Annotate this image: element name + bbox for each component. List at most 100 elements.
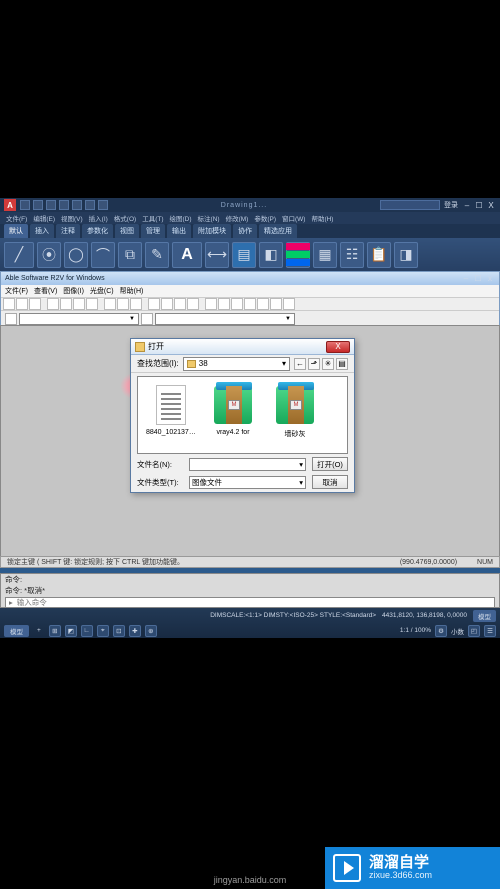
menu-item[interactable]: 标注(N) xyxy=(198,213,220,223)
watermark-banner[interactable]: 溜溜自学 zixue.3d66.com xyxy=(325,847,500,889)
tb-icon[interactable] xyxy=(86,298,98,310)
tb-icon[interactable] xyxy=(218,298,230,310)
layer-tool-icon[interactable]: ▤ xyxy=(232,242,256,268)
acad-search-input[interactable] xyxy=(380,200,440,210)
zoom-readout[interactable]: 1:1 / 100% xyxy=(400,627,431,634)
filetype-dropdown[interactable]: 图像文件 ▾ xyxy=(189,476,306,489)
status-toggle-icon[interactable]: ◰ xyxy=(468,625,480,637)
properties-tool-icon[interactable] xyxy=(286,242,310,268)
qat-btn[interactable] xyxy=(85,200,95,210)
status-toggle-icon[interactable]: ✚ xyxy=(129,625,141,637)
ribbon-tab[interactable]: 附加模块 xyxy=(193,224,231,238)
acad-menu-bar[interactable]: 文件(F) 编辑(E) 视图(V) 插入(I) 格式(O) 工具(T) 绘图(D… xyxy=(0,212,500,224)
status-toggle-icon[interactable]: ⊞ xyxy=(49,625,61,637)
back-icon[interactable]: ← xyxy=(294,358,306,370)
lookin-dropdown[interactable]: 38 ▾ xyxy=(183,357,290,371)
qat-btn[interactable] xyxy=(72,200,82,210)
model-tab-btn[interactable]: 模型 xyxy=(4,625,29,637)
tb-icon[interactable] xyxy=(130,298,142,310)
tb-icon[interactable] xyxy=(231,298,243,310)
status-toggle-icon[interactable]: ⌖ xyxy=(97,625,109,637)
tb-icon[interactable] xyxy=(73,298,85,310)
ribbon-tab[interactable]: 协作 xyxy=(233,224,257,238)
status-toggle-icon[interactable]: ⊕ xyxy=(145,625,157,637)
layer-dropdown[interactable]: ▼ xyxy=(19,313,139,325)
ribbon-tab[interactable]: 默认 xyxy=(4,224,28,238)
qat-btn[interactable] xyxy=(20,200,30,210)
menu-item[interactable]: 光盘(C) xyxy=(90,286,114,296)
file-item[interactable]: 8840_1021370... xyxy=(146,383,196,447)
status-toggle-icon[interactable]: ⊡ xyxy=(113,625,125,637)
tb-icon[interactable] xyxy=(283,298,295,310)
cmd-input[interactable]: ▸ 输入命令 xyxy=(5,597,495,608)
menu-item[interactable]: 工具(T) xyxy=(142,213,163,223)
tb-icon[interactable] xyxy=(3,298,15,310)
group-tool-icon[interactable]: ▦ xyxy=(313,242,337,268)
menu-item[interactable]: 帮助(H) xyxy=(120,286,144,296)
tb-icon[interactable] xyxy=(5,313,17,325)
qat-btn[interactable] xyxy=(59,200,69,210)
tb-icon[interactable] xyxy=(60,298,72,310)
menu-item[interactable]: 窗口(W) xyxy=(282,213,305,223)
paste-tool-icon[interactable]: 📋 xyxy=(367,242,391,268)
qat-btn[interactable] xyxy=(98,200,108,210)
tb-icon[interactable] xyxy=(174,298,186,310)
menu-item[interactable]: 绘图(D) xyxy=(170,213,192,223)
menu-item[interactable]: 图像(I) xyxy=(63,286,84,296)
filename-input[interactable]: ▾ xyxy=(189,458,306,471)
views-icon[interactable]: ▤ xyxy=(336,358,348,370)
tb-icon[interactable] xyxy=(244,298,256,310)
ribbon-tabs[interactable]: 默认 插入 注释 参数化 视图 管理 输出 附加模块 协作 精选应用 xyxy=(0,224,500,238)
tool-icon[interactable]: ⧉ xyxy=(118,242,142,268)
ribbon-tab[interactable]: 注释 xyxy=(56,224,80,238)
up-icon[interactable]: ⬏ xyxy=(308,358,320,370)
line-tool-icon[interactable]: ╱ xyxy=(4,242,34,268)
dialog-close-button[interactable]: X xyxy=(326,341,350,353)
minimize-icon[interactable]: – xyxy=(462,200,472,210)
ribbon-tab[interactable]: 精选应用 xyxy=(259,224,297,238)
dim-tool-icon[interactable]: ⟷ xyxy=(205,242,229,268)
tb-icon[interactable] xyxy=(16,298,28,310)
tb-icon[interactable] xyxy=(148,298,160,310)
r2v-toolbar-1[interactable] xyxy=(1,297,499,311)
quick-access-toolbar[interactable] xyxy=(20,200,108,210)
menu-item[interactable]: 编辑(E) xyxy=(33,213,55,223)
tb-icon[interactable] xyxy=(270,298,282,310)
cancel-button[interactable]: 取消 xyxy=(312,475,348,489)
status-toggle-icon[interactable]: ◩ xyxy=(65,625,77,637)
status-toggle-icon[interactable]: ☰ xyxy=(484,625,496,637)
text-tool-icon[interactable]: A xyxy=(172,242,202,268)
command-window[interactable]: 命令: 命令: *取消* ▸ 输入命令 xyxy=(0,573,500,608)
status-toggle-icon[interactable]: ∟ xyxy=(81,625,93,637)
minimize-icon[interactable]: – xyxy=(461,274,471,284)
newfolder-icon[interactable]: ✳ xyxy=(322,358,334,370)
menu-item[interactable]: 参数(P) xyxy=(254,213,276,223)
tb-icon[interactable] xyxy=(161,298,173,310)
arc-tool-icon[interactable]: ⌒ xyxy=(91,242,115,268)
r2v-menubar[interactable]: 文件(F) 查看(V) 图像(I) 光盘(C) 帮助(H) xyxy=(1,285,499,297)
linetype-dropdown[interactable]: ▼ xyxy=(155,313,295,325)
menu-item[interactable]: 插入(I) xyxy=(89,213,108,223)
tb-icon[interactable] xyxy=(104,298,116,310)
tool-icon[interactable]: ✎ xyxy=(145,242,169,268)
qat-btn[interactable] xyxy=(33,200,43,210)
tb-icon[interactable] xyxy=(47,298,59,310)
ribbon-tab[interactable]: 输出 xyxy=(167,224,191,238)
close-icon[interactable]: X xyxy=(486,200,496,210)
layout-plus-icon[interactable]: + xyxy=(33,626,45,635)
tb-icon[interactable] xyxy=(141,313,153,325)
menu-item[interactable]: 格式(O) xyxy=(114,213,136,223)
model-tab[interactable]: 模型 xyxy=(473,610,496,622)
ribbon-tab[interactable]: 视图 xyxy=(115,224,139,238)
menu-item[interactable]: 视图(V) xyxy=(61,213,83,223)
qat-btn[interactable] xyxy=(46,200,56,210)
ribbon-tab[interactable]: 参数化 xyxy=(82,224,113,238)
ribbon-tab[interactable]: 插入 xyxy=(30,224,54,238)
maximize-icon[interactable]: ☐ xyxy=(474,200,484,210)
maximize-icon[interactable]: ☐ xyxy=(473,274,483,284)
file-list[interactable]: 8840_1021370... M vray4.2 for M 墙砂灰 xyxy=(137,376,348,454)
close-icon[interactable]: x xyxy=(485,274,495,284)
menu-item[interactable]: 帮助(H) xyxy=(311,213,333,223)
file-item[interactable]: M vray4.2 for xyxy=(208,383,258,447)
view-tool-icon[interactable]: ◨ xyxy=(394,242,418,268)
